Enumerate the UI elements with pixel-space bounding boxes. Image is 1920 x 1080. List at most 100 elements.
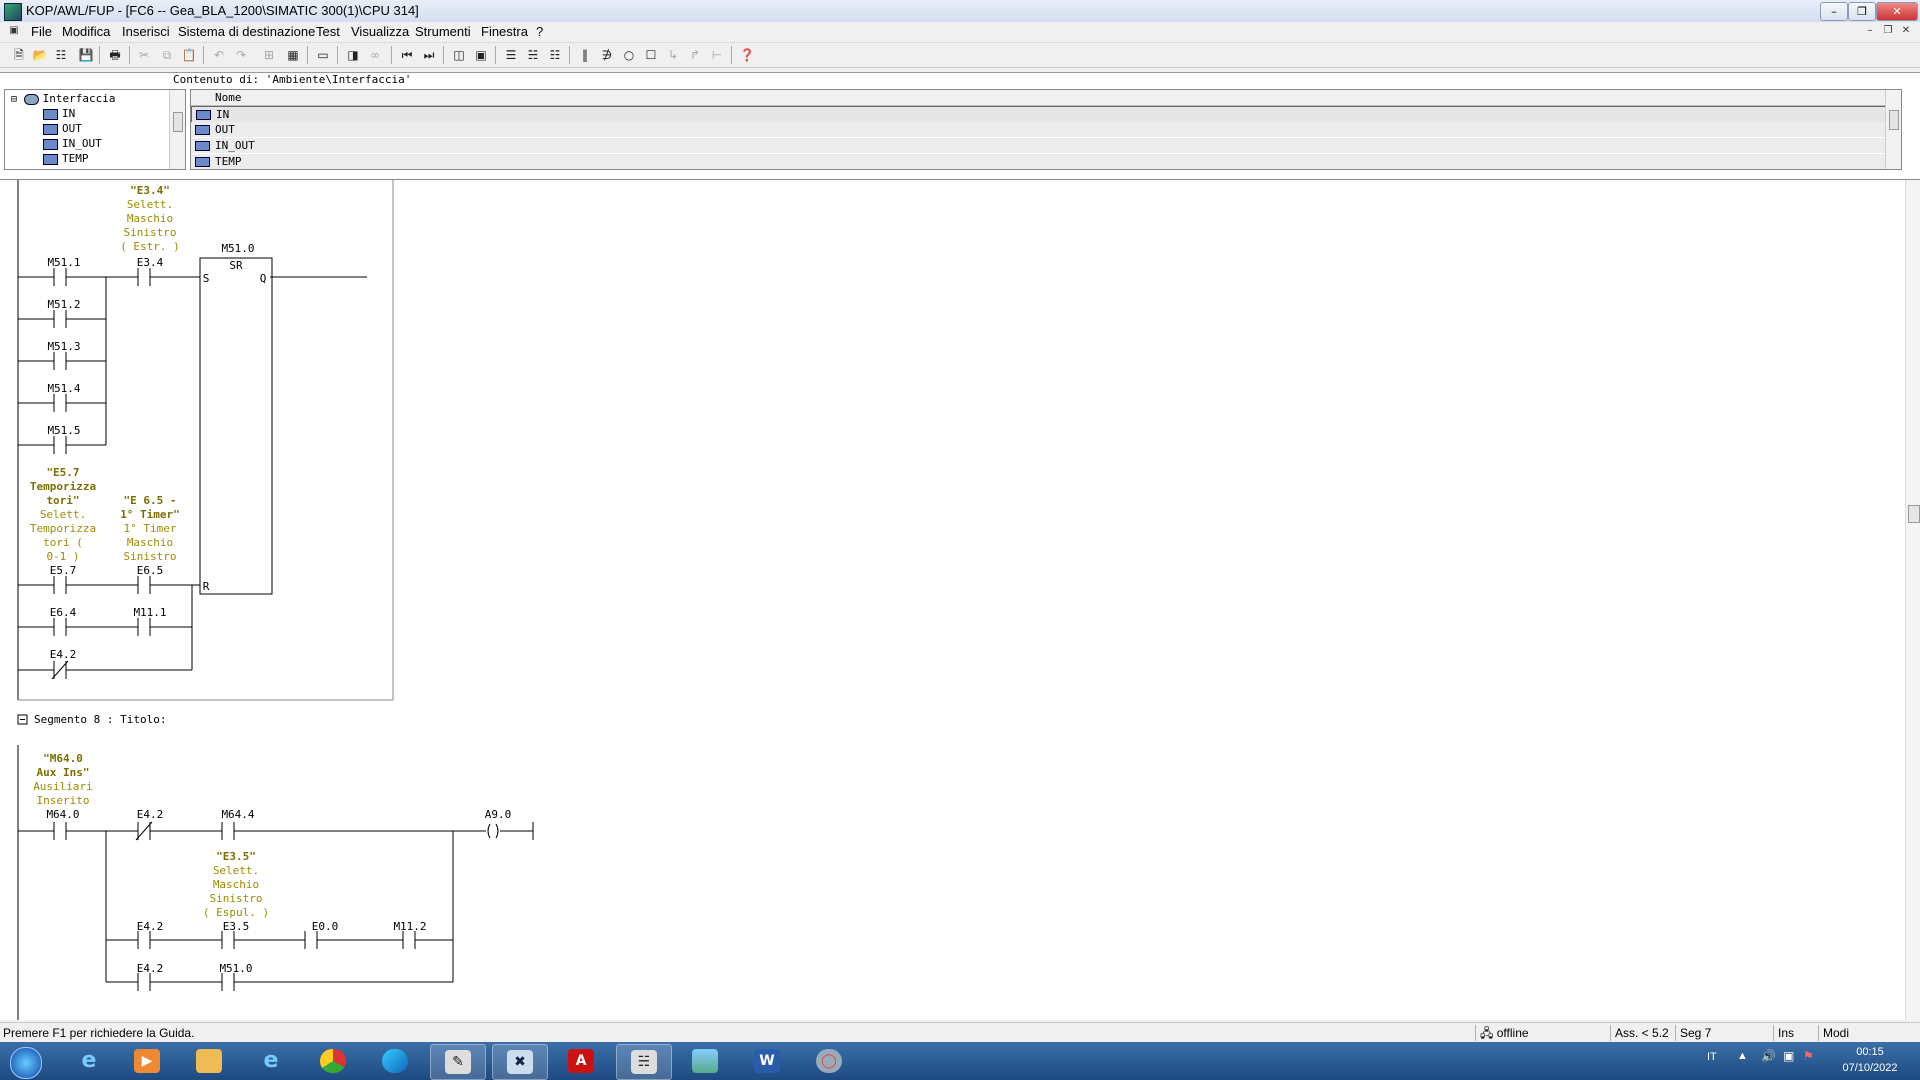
- menu-file[interactable]: File: [31, 24, 52, 39]
- coil-a90[interactable]: A9.0: [485, 808, 512, 821]
- tree-item-temp[interactable]: TEMP: [43, 152, 89, 165]
- redo-icon[interactable]: ↷: [232, 46, 250, 64]
- action-center-icon[interactable]: ⚑: [1803, 1049, 1814, 1063]
- undo-icon[interactable]: ↶: [210, 46, 228, 64]
- mdi-minimize-button[interactable]: –: [1862, 25, 1878, 39]
- taskbar-photos[interactable]: [678, 1044, 732, 1078]
- mdi-close-button[interactable]: ✕: [1898, 25, 1914, 39]
- tree-root[interactable]: ⊟ Interfaccia: [11, 92, 116, 105]
- taskbar-explorer[interactable]: [182, 1044, 236, 1078]
- table-row[interactable]: OUT: [191, 122, 1901, 137]
- taskbar-word[interactable]: W: [740, 1044, 794, 1078]
- menu-finestra[interactable]: Finestra: [481, 24, 528, 39]
- no-contact-icon[interactable]: ‖: [576, 46, 594, 64]
- address-m111[interactable]: M11.1: [133, 606, 166, 619]
- start-button[interactable]: [0, 1044, 56, 1079]
- glasses-icon[interactable]: ∞: [366, 46, 384, 64]
- address-m513[interactable]: M51.3: [47, 340, 80, 353]
- segment-title[interactable]: Segmento 8 : Titolo:: [34, 713, 166, 726]
- taskbar-acrobat[interactable]: A: [554, 1044, 608, 1078]
- taskbar-simatic[interactable]: ✎: [430, 1044, 486, 1080]
- address-m512[interactable]: M51.2: [47, 298, 80, 311]
- taskbar-kop[interactable]: ☵: [616, 1044, 672, 1080]
- load-icon[interactable]: ⊞: [260, 46, 278, 64]
- tree-item-out[interactable]: OUT: [43, 122, 82, 135]
- save-icon[interactable]: 💾: [77, 46, 95, 64]
- table-row[interactable]: TEMP: [191, 154, 1901, 169]
- menu-help[interactable]: ?: [536, 24, 543, 39]
- accessible-nodes-icon[interactable]: ☷: [52, 46, 70, 64]
- cut-icon[interactable]: ✂: [135, 46, 153, 64]
- open-branch-icon[interactable]: ↳: [664, 46, 682, 64]
- taskbar-edge[interactable]: [368, 1044, 422, 1078]
- menu-visualizza[interactable]: Visualizza: [351, 24, 409, 39]
- scroll-thumb[interactable]: [1908, 505, 1920, 523]
- address-e65[interactable]: E6.5: [137, 564, 164, 577]
- overview-icon[interactable]: ◫: [450, 46, 468, 64]
- restore-button[interactable]: ❐: [1848, 2, 1876, 21]
- copy-icon[interactable]: ⧉: [158, 46, 176, 64]
- address-m514[interactable]: M51.4: [47, 382, 80, 395]
- address-m640[interactable]: M64.0: [46, 808, 79, 821]
- nc-contact-icon[interactable]: ∌: [598, 46, 616, 64]
- address-e57[interactable]: E5.7: [50, 564, 77, 577]
- empty-box-icon[interactable]: ☐: [642, 46, 660, 64]
- taskbar-chrome[interactable]: [306, 1044, 360, 1078]
- close-branch-icon[interactable]: ↱: [686, 46, 704, 64]
- menu-modifica[interactable]: Modifica: [62, 24, 110, 39]
- address-e34[interactable]: E3.4: [137, 256, 164, 269]
- address-m515[interactable]: M51.5: [47, 424, 80, 437]
- menu-strumenti[interactable]: Strumenti: [415, 24, 471, 39]
- tree-item-in-out[interactable]: IN_OUT: [43, 137, 102, 150]
- operating-mode-icon[interactable]: ◨: [344, 46, 362, 64]
- minimize-button[interactable]: –: [1820, 2, 1848, 21]
- tree-scrollbar[interactable]: [169, 90, 185, 169]
- address-m510[interactable]: M51.0: [221, 242, 254, 255]
- address-e64[interactable]: E6.4: [50, 606, 77, 619]
- table-row[interactable]: IN: [191, 106, 1889, 123]
- branch-close-icon[interactable]: ☷: [546, 46, 564, 64]
- taskbar-media[interactable]: ▶: [120, 1044, 174, 1078]
- close-button[interactable]: ✕: [1876, 2, 1918, 21]
- context-help-icon[interactable]: ❓: [738, 46, 756, 64]
- show-hidden-icon[interactable]: ▲: [1737, 1050, 1748, 1062]
- document-menu-icon[interactable]: ▣: [6, 25, 22, 39]
- table-scrollbar[interactable]: [1885, 90, 1901, 169]
- details-icon[interactable]: ▣: [472, 46, 490, 64]
- address-m112[interactable]: M11.2: [393, 920, 426, 933]
- volume-icon[interactable]: 🔊: [1761, 1049, 1776, 1063]
- branch-open-icon[interactable]: ☵: [524, 46, 542, 64]
- address-e42[interactable]: E4.2: [137, 920, 164, 933]
- connection-icon[interactable]: ⊢: [708, 46, 726, 64]
- address-e35[interactable]: E3.5: [223, 920, 250, 933]
- address-m511[interactable]: M51.1: [47, 256, 80, 269]
- last-segment-icon[interactable]: ⏭: [420, 46, 438, 64]
- network-tray-icon[interactable]: ▣: [1783, 1049, 1794, 1063]
- new-segment-icon[interactable]: ☰: [502, 46, 520, 64]
- menu-sistema-destinazione[interactable]: Sistema di destinazione: [178, 24, 315, 39]
- monitor-icon[interactable]: ▭: [314, 46, 332, 64]
- clock-date[interactable]: 07/10/2022: [1833, 1062, 1907, 1074]
- mdi-restore-button[interactable]: ❐: [1880, 25, 1896, 39]
- address-e42[interactable]: E4.2: [137, 962, 164, 975]
- column-header-nome[interactable]: Nome: [215, 90, 242, 105]
- app-icon[interactable]: [4, 3, 22, 21]
- menu-test[interactable]: Test: [316, 24, 340, 39]
- ladder-editor[interactable]: "E3.4" Selett. Maschio Sinistro ( Estr. …: [0, 180, 1905, 1020]
- menu-inserisci[interactable]: Inserisci: [122, 24, 170, 39]
- address-e42[interactable]: E4.2: [137, 808, 164, 821]
- taskbar-ie2[interactable]: e: [244, 1044, 298, 1078]
- first-segment-icon[interactable]: ⏮: [398, 46, 416, 64]
- taskbar-netpro[interactable]: ✖: [492, 1044, 548, 1080]
- new-icon[interactable]: 🗎: [10, 46, 28, 64]
- table-row[interactable]: IN_OUT: [191, 138, 1901, 153]
- paste-icon[interactable]: 📋: [180, 46, 198, 64]
- taskbar-paint[interactable]: ◯: [802, 1044, 856, 1078]
- editor-scrollbar[interactable]: [1905, 180, 1920, 1020]
- language-indicator[interactable]: IT: [1707, 1051, 1727, 1063]
- coil-icon[interactable]: ○: [620, 46, 638, 64]
- address-e00[interactable]: E0.0: [312, 920, 339, 933]
- download-icon[interactable]: ▦: [284, 46, 302, 64]
- address-m644[interactable]: M64.4: [221, 808, 254, 821]
- clock-time[interactable]: 00:15: [1840, 1046, 1900, 1058]
